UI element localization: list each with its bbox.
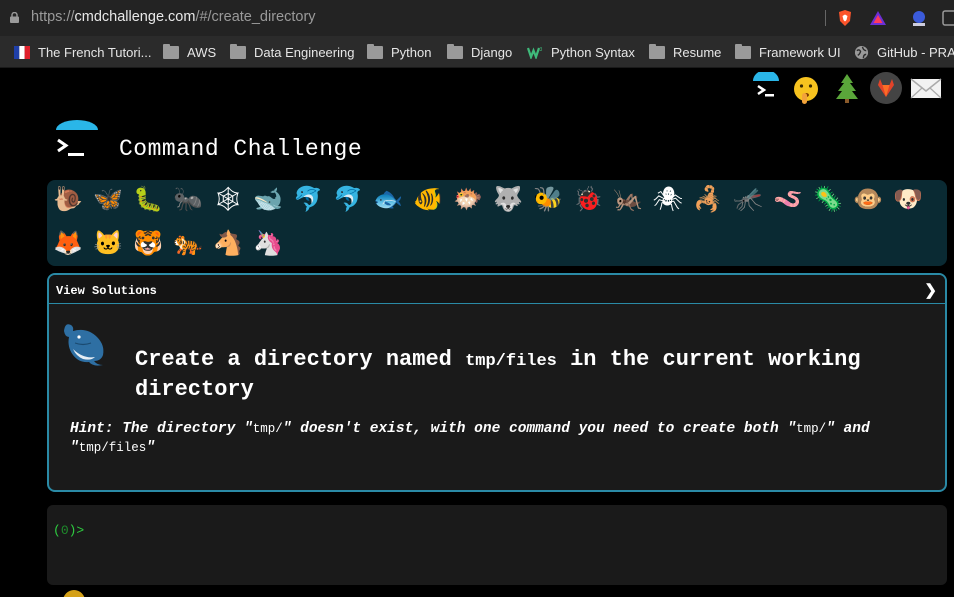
scroll-peek-icon xyxy=(63,590,85,597)
challenge-animal-icon[interactable]: 🐬 xyxy=(292,184,324,216)
folder-icon xyxy=(447,43,463,59)
challenge-animal-icon[interactable]: 🐬 xyxy=(332,184,364,216)
globe-icon xyxy=(854,45,869,59)
challenge-animal-icon[interactable]: 🐅 xyxy=(172,228,204,260)
challenge-animal-icon[interactable]: 🦊 xyxy=(52,228,84,260)
folder-icon xyxy=(649,43,665,59)
brave-shield-icon[interactable] xyxy=(836,9,854,27)
challenge-animal-icon[interactable]: 🐝 xyxy=(532,184,564,216)
url-text[interactable]: https://cmdchallenge.com/#/create_direct… xyxy=(31,9,316,25)
bookmark-python[interactable]: Python xyxy=(367,43,431,61)
chevron-right-icon: ❯ xyxy=(924,283,937,300)
bookmark-label: GitHub - PRAT xyxy=(877,44,954,60)
challenge-card: View Solutions ❯ Create a directory name… xyxy=(47,273,947,492)
challenge-animal-icon[interactable]: 🐟 xyxy=(372,184,404,216)
extension-icon[interactable] xyxy=(910,9,928,27)
challenge-animal-icon[interactable]: 🐶 xyxy=(892,184,924,216)
bookmark-github[interactable]: GitHub - PRAT xyxy=(854,43,954,61)
bookmark-label: Django xyxy=(471,44,513,60)
bookmark-framework-ui[interactable]: Framework UI xyxy=(735,43,841,61)
gitlab-icon[interactable] xyxy=(870,72,902,104)
bookmark-label: Resume xyxy=(673,44,722,60)
url-divider xyxy=(825,10,826,26)
challenge-hint: Hint: The directory "tmp/" doesn't exist… xyxy=(70,421,870,456)
challenge-animal-icon[interactable]: 🐡 xyxy=(452,184,484,216)
bookmark-french-tutorial[interactable]: The French Tutori... xyxy=(14,43,151,61)
challenge-animal-icon[interactable]: 🦟 xyxy=(732,184,764,216)
challenge-animal-icon[interactable]: 🐵 xyxy=(852,184,884,216)
bookmark-label: The French Tutori... xyxy=(38,44,152,60)
challenge-animal-icon[interactable]: 🐺 xyxy=(492,184,524,216)
challenge-animal-icon[interactable]: 🕸 xyxy=(212,184,244,216)
challenge-animal-icon[interactable]: 🐞 xyxy=(572,184,604,216)
bookmark-django[interactable]: Django xyxy=(447,43,512,61)
browser-address-bar[interactable]: https://cmdchallenge.com/#/create_direct… xyxy=(0,0,954,36)
bookmark-label: AWS xyxy=(187,44,217,60)
challenge-animal-icon[interactable]: 🪱 xyxy=(772,184,804,216)
site-logo-icon[interactable] xyxy=(54,120,100,164)
extension-icon-2[interactable] xyxy=(942,9,954,27)
site-title[interactable]: Command Challenge xyxy=(119,136,362,162)
bookmark-label: Python Syntax xyxy=(551,44,635,60)
view-solutions-toggle[interactable]: View Solutions ❯ xyxy=(49,275,945,304)
shushing-face-icon[interactable] xyxy=(790,74,822,106)
challenge-animal-icon[interactable]: 🦠 xyxy=(812,184,844,216)
folder-icon xyxy=(367,43,383,59)
challenge-animal-icon[interactable]: 🦄 xyxy=(252,228,284,260)
challenge-animal-icon[interactable]: 🐱 xyxy=(92,228,124,260)
challenge-animal-icon[interactable]: 🐜 xyxy=(172,184,204,216)
title-code: tmp/files xyxy=(465,352,557,371)
challenge-animal-icon[interactable]: 🦂 xyxy=(692,184,724,216)
bookmarks-bar: The French Tutori... AWS Data Engineerin… xyxy=(0,36,954,68)
bookmark-aws[interactable]: AWS xyxy=(163,43,216,61)
terminal-prompt: (0)> xyxy=(53,523,85,538)
challenge-animal-icon[interactable]: 🐴 xyxy=(212,228,244,260)
challenge-animal-icon[interactable]: 🐛 xyxy=(132,184,164,216)
challenge-animal-icon[interactable]: 🐯 xyxy=(132,228,164,260)
folder-icon xyxy=(735,43,751,59)
bookmark-python-syntax[interactable]: 3 Python Syntax xyxy=(527,43,635,61)
challenge-animal-icon[interactable]: 🦗 xyxy=(612,184,644,216)
folder-icon xyxy=(163,43,179,59)
french-flag-icon xyxy=(14,45,30,59)
bookmark-data-engineering[interactable]: Data Engineering xyxy=(230,43,354,61)
challenge-animal-icon[interactable]: 🕷 xyxy=(652,184,684,216)
terminal-input[interactable]: (0)> xyxy=(47,505,947,585)
bookmark-label: Python xyxy=(391,44,432,60)
tree-icon[interactable] xyxy=(831,72,863,104)
challenge-animal-icon[interactable]: 🐠 xyxy=(412,184,444,216)
terminal-logo-icon[interactable] xyxy=(750,72,782,104)
challenge-animal-icon[interactable]: 🐌 xyxy=(52,184,84,216)
bookmark-resume[interactable]: Resume xyxy=(649,43,721,61)
challenge-progress-panel: 🐌 🦋 🐛 🐜 🕸 🐋 🐬 🐬 🐟 🐠 🐡 🐺 🐝 🐞 🦗 🕷 🦂 🦟 🪱 🦠 🐵 🐶 🦊 🐱 🐯 🐅 🐴 🦄 xyxy=(47,180,947,266)
svg-text:3: 3 xyxy=(540,47,543,53)
challenge-title: Create a directory named tmp/files in th… xyxy=(135,347,861,402)
bookmark-label: Framework UI xyxy=(759,44,841,60)
view-solutions-label: View Solutions xyxy=(56,284,157,298)
challenge-animal-icon[interactable]: 🦋 xyxy=(92,184,124,216)
folder-icon xyxy=(230,43,246,59)
bookmark-label: Data Engineering xyxy=(254,44,355,60)
brave-rewards-icon[interactable] xyxy=(869,9,887,27)
whale-icon xyxy=(64,324,104,366)
mail-icon[interactable] xyxy=(910,72,942,104)
w3schools-icon: 3 xyxy=(527,47,543,59)
challenge-animal-icon[interactable]: 🐋 xyxy=(252,184,284,216)
lock-icon xyxy=(10,12,19,23)
